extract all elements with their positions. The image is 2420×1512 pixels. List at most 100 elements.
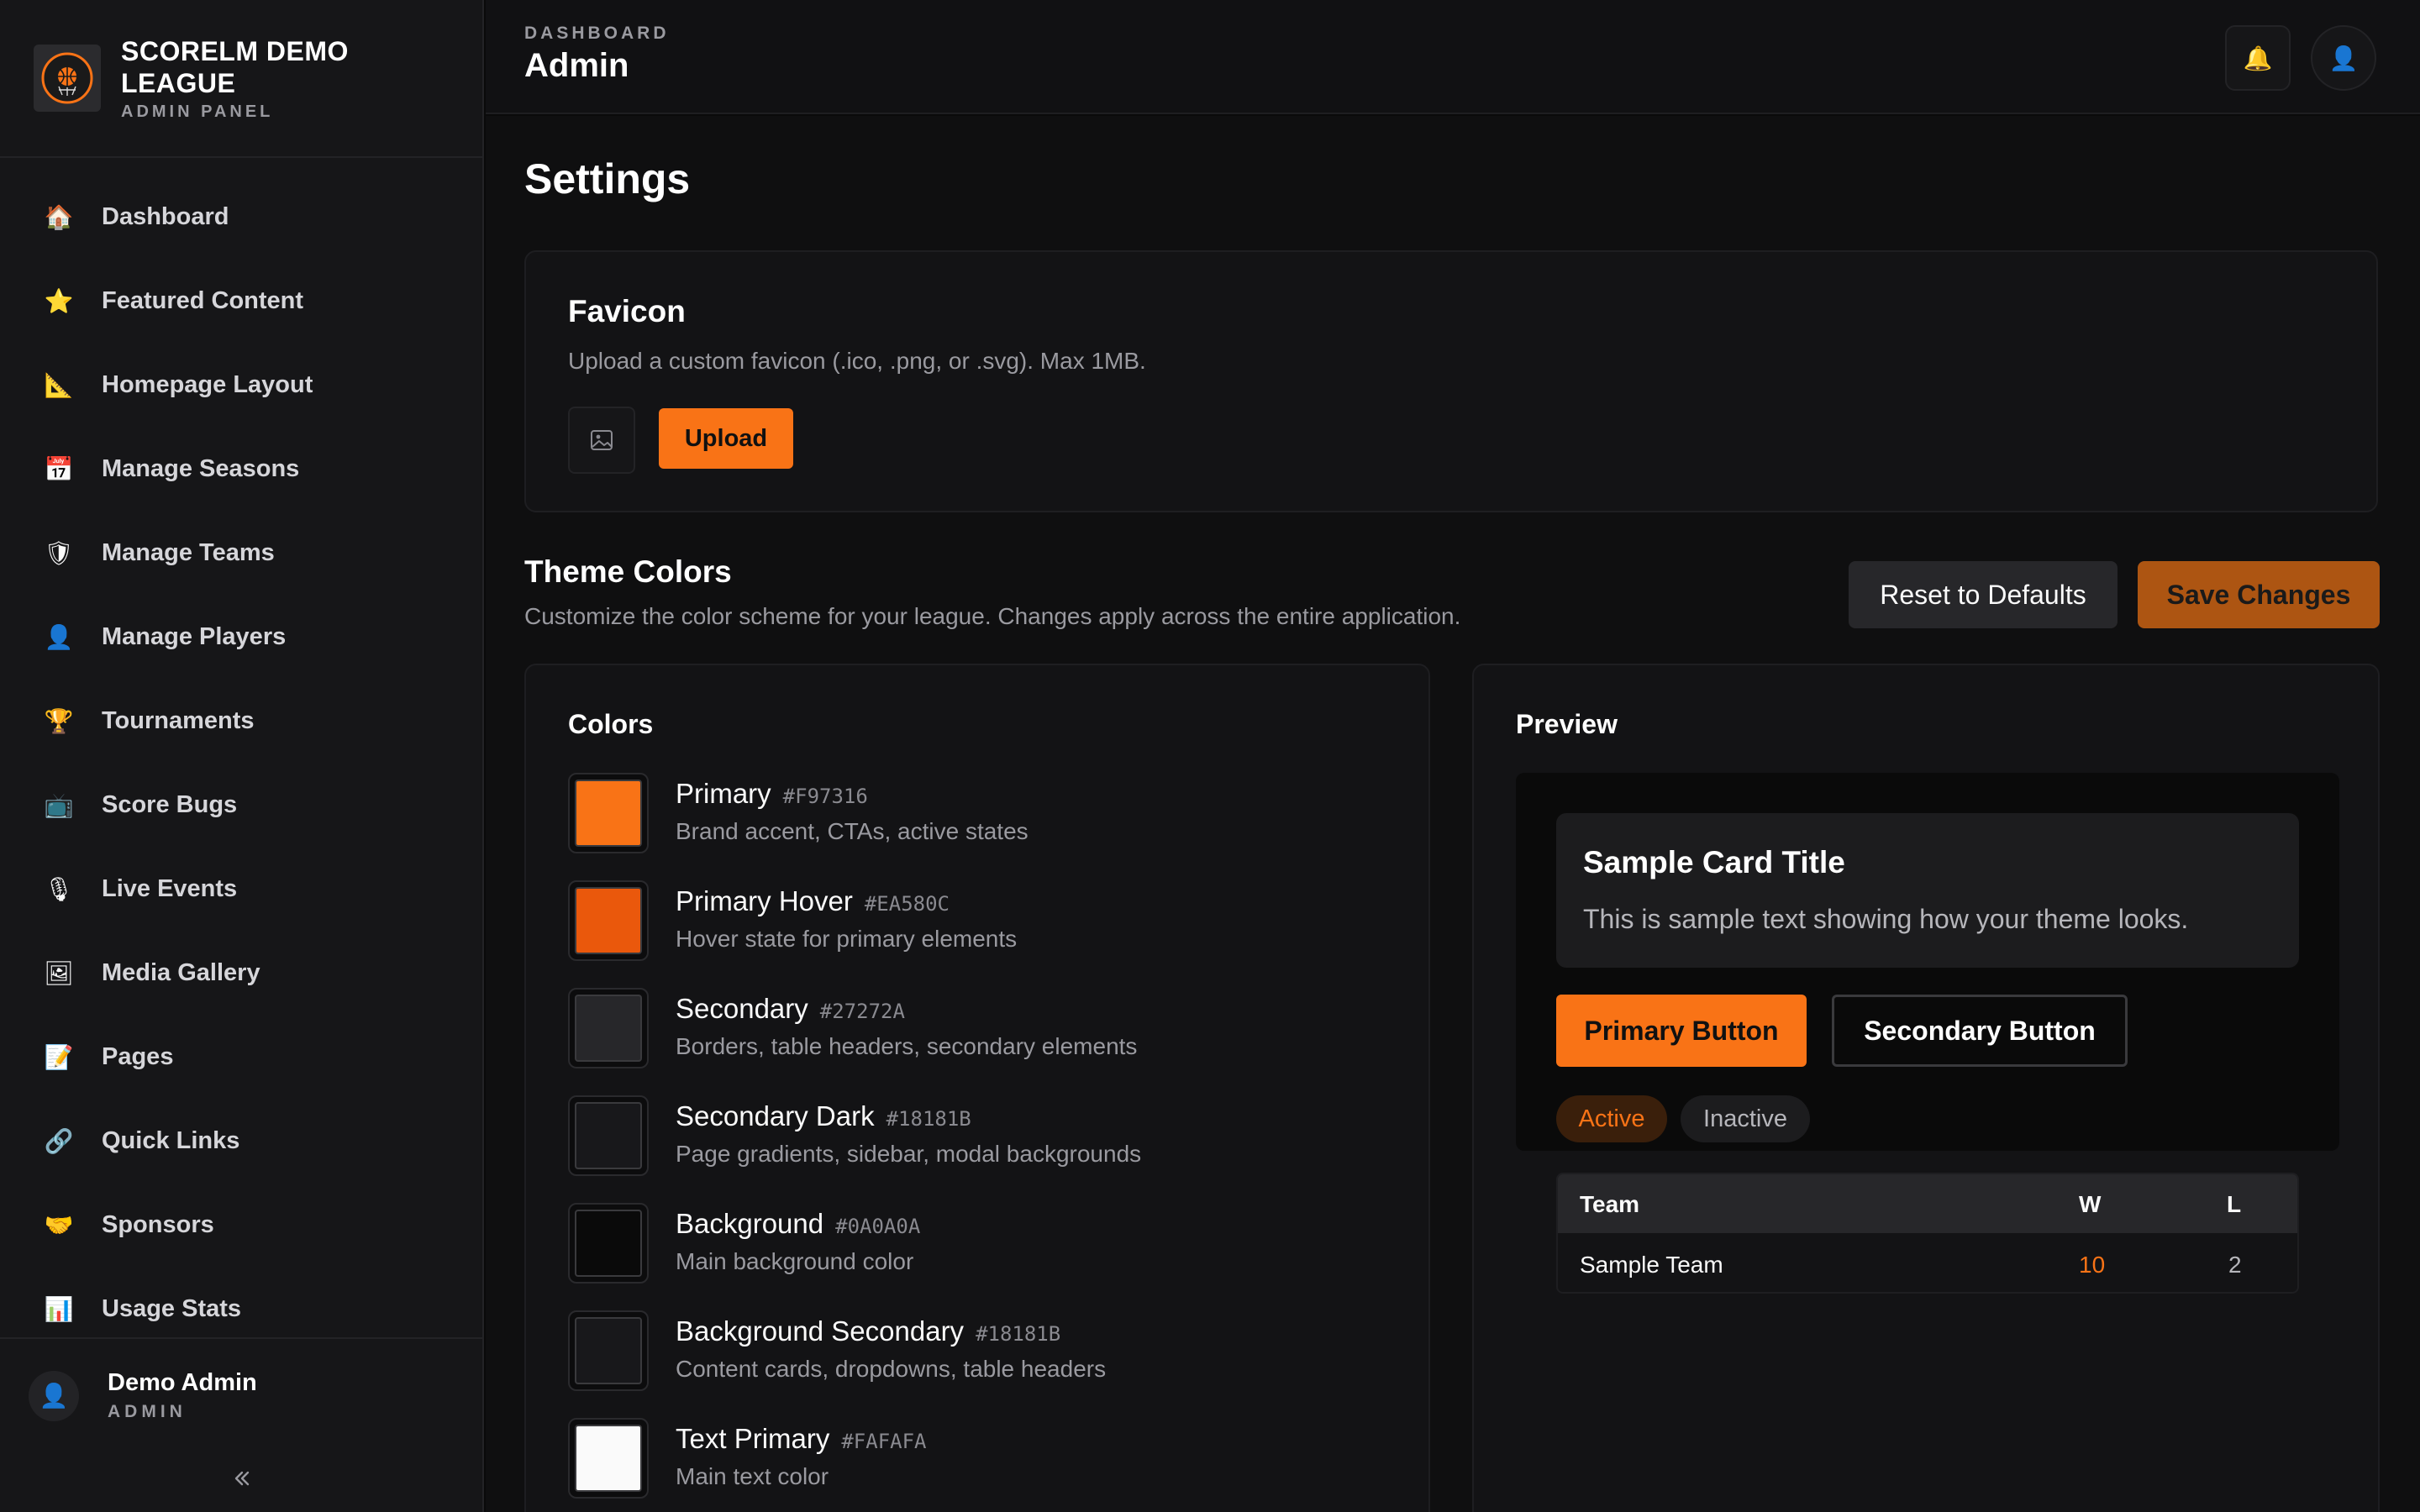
color-row-secondary-dark: Secondary Dark #18181B Page gradients, sid… bbox=[568, 1095, 1392, 1179]
basketball-logo-icon bbox=[41, 52, 93, 104]
sidebar-item-live-events[interactable]: 🎙 Live Events bbox=[0, 847, 482, 931]
notifications-button[interactable]: 🔔 bbox=[2225, 25, 2291, 91]
sidebar-item-score-bugs[interactable]: 📺 Score Bugs bbox=[0, 763, 482, 847]
color-name: Primary #F97316 bbox=[676, 778, 868, 810]
color-name-label: Primary Hover bbox=[676, 885, 853, 916]
memo-icon: 📝 bbox=[44, 1043, 74, 1070]
color-hex: #18181B bbox=[886, 1107, 971, 1131]
color-swatch-button[interactable] bbox=[568, 1418, 649, 1499]
triangle-ruler-icon: 📐 bbox=[44, 371, 74, 398]
favicon-card: Favicon Upload a custom favicon (.ico, .… bbox=[524, 250, 2378, 512]
color-swatch bbox=[575, 995, 642, 1062]
color-row-text-primary: Text Primary #FAFAFA Main text color bbox=[568, 1418, 1392, 1502]
color-swatch-button[interactable] bbox=[568, 773, 649, 853]
color-name-label: Primary bbox=[676, 778, 771, 809]
sample-card: Sample Card Title This is sample text sh… bbox=[1556, 813, 2299, 968]
preview-table: Team W L Sample Team 10 2 bbox=[1556, 1173, 2299, 1294]
sidebar-item-label: Quick Links bbox=[102, 1126, 240, 1154]
sidebar-item-label: Pages bbox=[102, 1042, 174, 1070]
color-swatch-button[interactable] bbox=[568, 1310, 649, 1391]
color-row-secondary: Secondary #27272A Borders, table headers, … bbox=[568, 988, 1392, 1072]
sample-card-title: Sample Card Title bbox=[1583, 845, 1845, 879]
sidebar-item-label: Usage Stats bbox=[102, 1294, 242, 1322]
preview-primary-button[interactable]: Primary Button bbox=[1556, 995, 1807, 1067]
color-name-label: Secondary bbox=[676, 993, 808, 1024]
league-logo[interactable] bbox=[34, 45, 101, 112]
color-row-background: Background #0A0A0A Main background color bbox=[568, 1203, 1392, 1287]
person-icon: 👤 bbox=[2328, 45, 2359, 71]
color-hex: #FAFAFA bbox=[841, 1430, 927, 1453]
tv-icon: 📺 bbox=[44, 791, 74, 818]
color-description: Brand accent, CTAs, active states bbox=[676, 818, 1028, 844]
save-changes-button[interactable]: Save Changes bbox=[2138, 561, 2380, 628]
color-swatch bbox=[575, 1102, 642, 1169]
top-header: DASHBOARD Admin 🔔 👤 bbox=[486, 0, 2420, 114]
color-name: Background #0A0A0A bbox=[676, 1208, 920, 1240]
color-hex: #F97316 bbox=[782, 785, 868, 808]
reset-defaults-button[interactable]: Reset to Defaults bbox=[1849, 561, 2118, 628]
color-name-label: Background bbox=[676, 1208, 824, 1239]
sidebar-item-label: Homepage Layout bbox=[102, 370, 313, 398]
color-row-primary: Primary #F97316 Brand accent, CTAs, active… bbox=[568, 773, 1392, 857]
sidebar-item-media-gallery[interactable]: 🖼 Media Gallery bbox=[0, 931, 482, 1015]
sidebar-item-label: Media Gallery bbox=[102, 958, 260, 986]
color-name: Secondary #27272A bbox=[676, 993, 905, 1025]
sidebar-nav: 🏠 Dashboard ⭐ Featured Content 📐 Homepage Lay… bbox=[0, 175, 482, 1351]
bell-icon: 🔔 bbox=[2243, 45, 2273, 71]
sidebar-item-manage-teams[interactable]: 🛡 Manage Teams bbox=[0, 511, 482, 595]
sidebar-item-quick-links[interactable]: 🔗 Quick Links bbox=[0, 1099, 482, 1183]
handshake-icon: 🤝 bbox=[44, 1211, 74, 1238]
table-cell-wins: 10 bbox=[2079, 1252, 2106, 1278]
upload-button[interactable]: Upload bbox=[659, 408, 793, 469]
color-swatch bbox=[575, 1425, 642, 1492]
sidebar-item-label: Manage Seasons bbox=[102, 454, 300, 482]
preview-secondary-button[interactable]: Secondary Button bbox=[1832, 995, 2128, 1067]
color-description: Hover state for primary elements bbox=[676, 926, 1018, 952]
picture-icon: 🖼 bbox=[44, 959, 74, 986]
color-swatch bbox=[575, 887, 642, 954]
color-swatch bbox=[575, 780, 642, 847]
color-row-background-secondary: Background Secondary #18181B Content cards… bbox=[568, 1310, 1392, 1394]
color-swatch-button[interactable] bbox=[568, 1095, 649, 1176]
sidebar-item-label: Manage Teams bbox=[102, 538, 275, 566]
color-swatch-button[interactable] bbox=[568, 988, 649, 1068]
microphone-icon: 🎙 bbox=[44, 875, 74, 902]
header-title: Admin bbox=[524, 47, 629, 84]
preview-active-pill[interactable]: Active bbox=[1556, 1095, 1667, 1142]
house-icon: 🏠 bbox=[44, 203, 74, 230]
star-icon: ⭐ bbox=[44, 287, 74, 314]
favicon-title: Favicon bbox=[568, 294, 686, 328]
sidebar-item-featured-content[interactable]: ⭐ Featured Content bbox=[0, 259, 482, 343]
user-menu-button[interactable]: 👤 bbox=[2311, 25, 2376, 91]
user-avatar[interactable]: 👤 bbox=[29, 1370, 79, 1421]
color-swatch-button[interactable] bbox=[568, 880, 649, 961]
sidebar-item-sponsors[interactable]: 🤝 Sponsors bbox=[0, 1183, 482, 1267]
breadcrumb: DASHBOARD bbox=[524, 24, 670, 43]
sidebar-item-manage-seasons[interactable]: 📅 Manage Seasons bbox=[0, 427, 482, 511]
preview-title: Preview bbox=[1516, 709, 1618, 739]
person-icon: 👤 bbox=[44, 623, 74, 650]
user-role: ADMIN bbox=[108, 1402, 187, 1421]
color-description: Main background color bbox=[676, 1248, 914, 1274]
link-icon: 🔗 bbox=[44, 1127, 74, 1154]
preview-inactive-pill[interactable]: Inactive bbox=[1681, 1095, 1810, 1142]
table-cell-losses: 2 bbox=[2228, 1252, 2242, 1278]
brand-name: SCORELM DEMO LEAGUE bbox=[121, 35, 349, 98]
image-icon bbox=[591, 430, 613, 450]
brand-subtitle: ADMIN PANEL bbox=[121, 102, 274, 121]
sidebar-item-dashboard[interactable]: 🏠 Dashboard bbox=[0, 175, 482, 259]
color-name-label: Text Primary bbox=[676, 1423, 830, 1454]
shield-icon: 🛡 bbox=[44, 539, 74, 566]
color-name-label: Background Secondary bbox=[676, 1315, 965, 1347]
favicon-preview bbox=[568, 407, 635, 474]
sidebar-item-label: Tournaments bbox=[102, 706, 255, 734]
sidebar-user: 👤 Demo Admin ADMIN bbox=[0, 1337, 482, 1512]
color-hex: #0A0A0A bbox=[835, 1215, 921, 1238]
color-swatch-button[interactable] bbox=[568, 1203, 649, 1284]
collapse-sidebar-button[interactable] bbox=[225, 1462, 259, 1495]
sidebar-item-homepage-layout[interactable]: 📐 Homepage Layout bbox=[0, 343, 482, 427]
sidebar-item-tournaments[interactable]: 🏆 Tournaments bbox=[0, 679, 482, 763]
sidebar-item-manage-players[interactable]: 👤 Manage Players bbox=[0, 595, 482, 679]
sidebar-item-pages[interactable]: 📝 Pages bbox=[0, 1015, 482, 1099]
color-description: Page gradients, sidebar, modal backgroun… bbox=[676, 1141, 1142, 1167]
